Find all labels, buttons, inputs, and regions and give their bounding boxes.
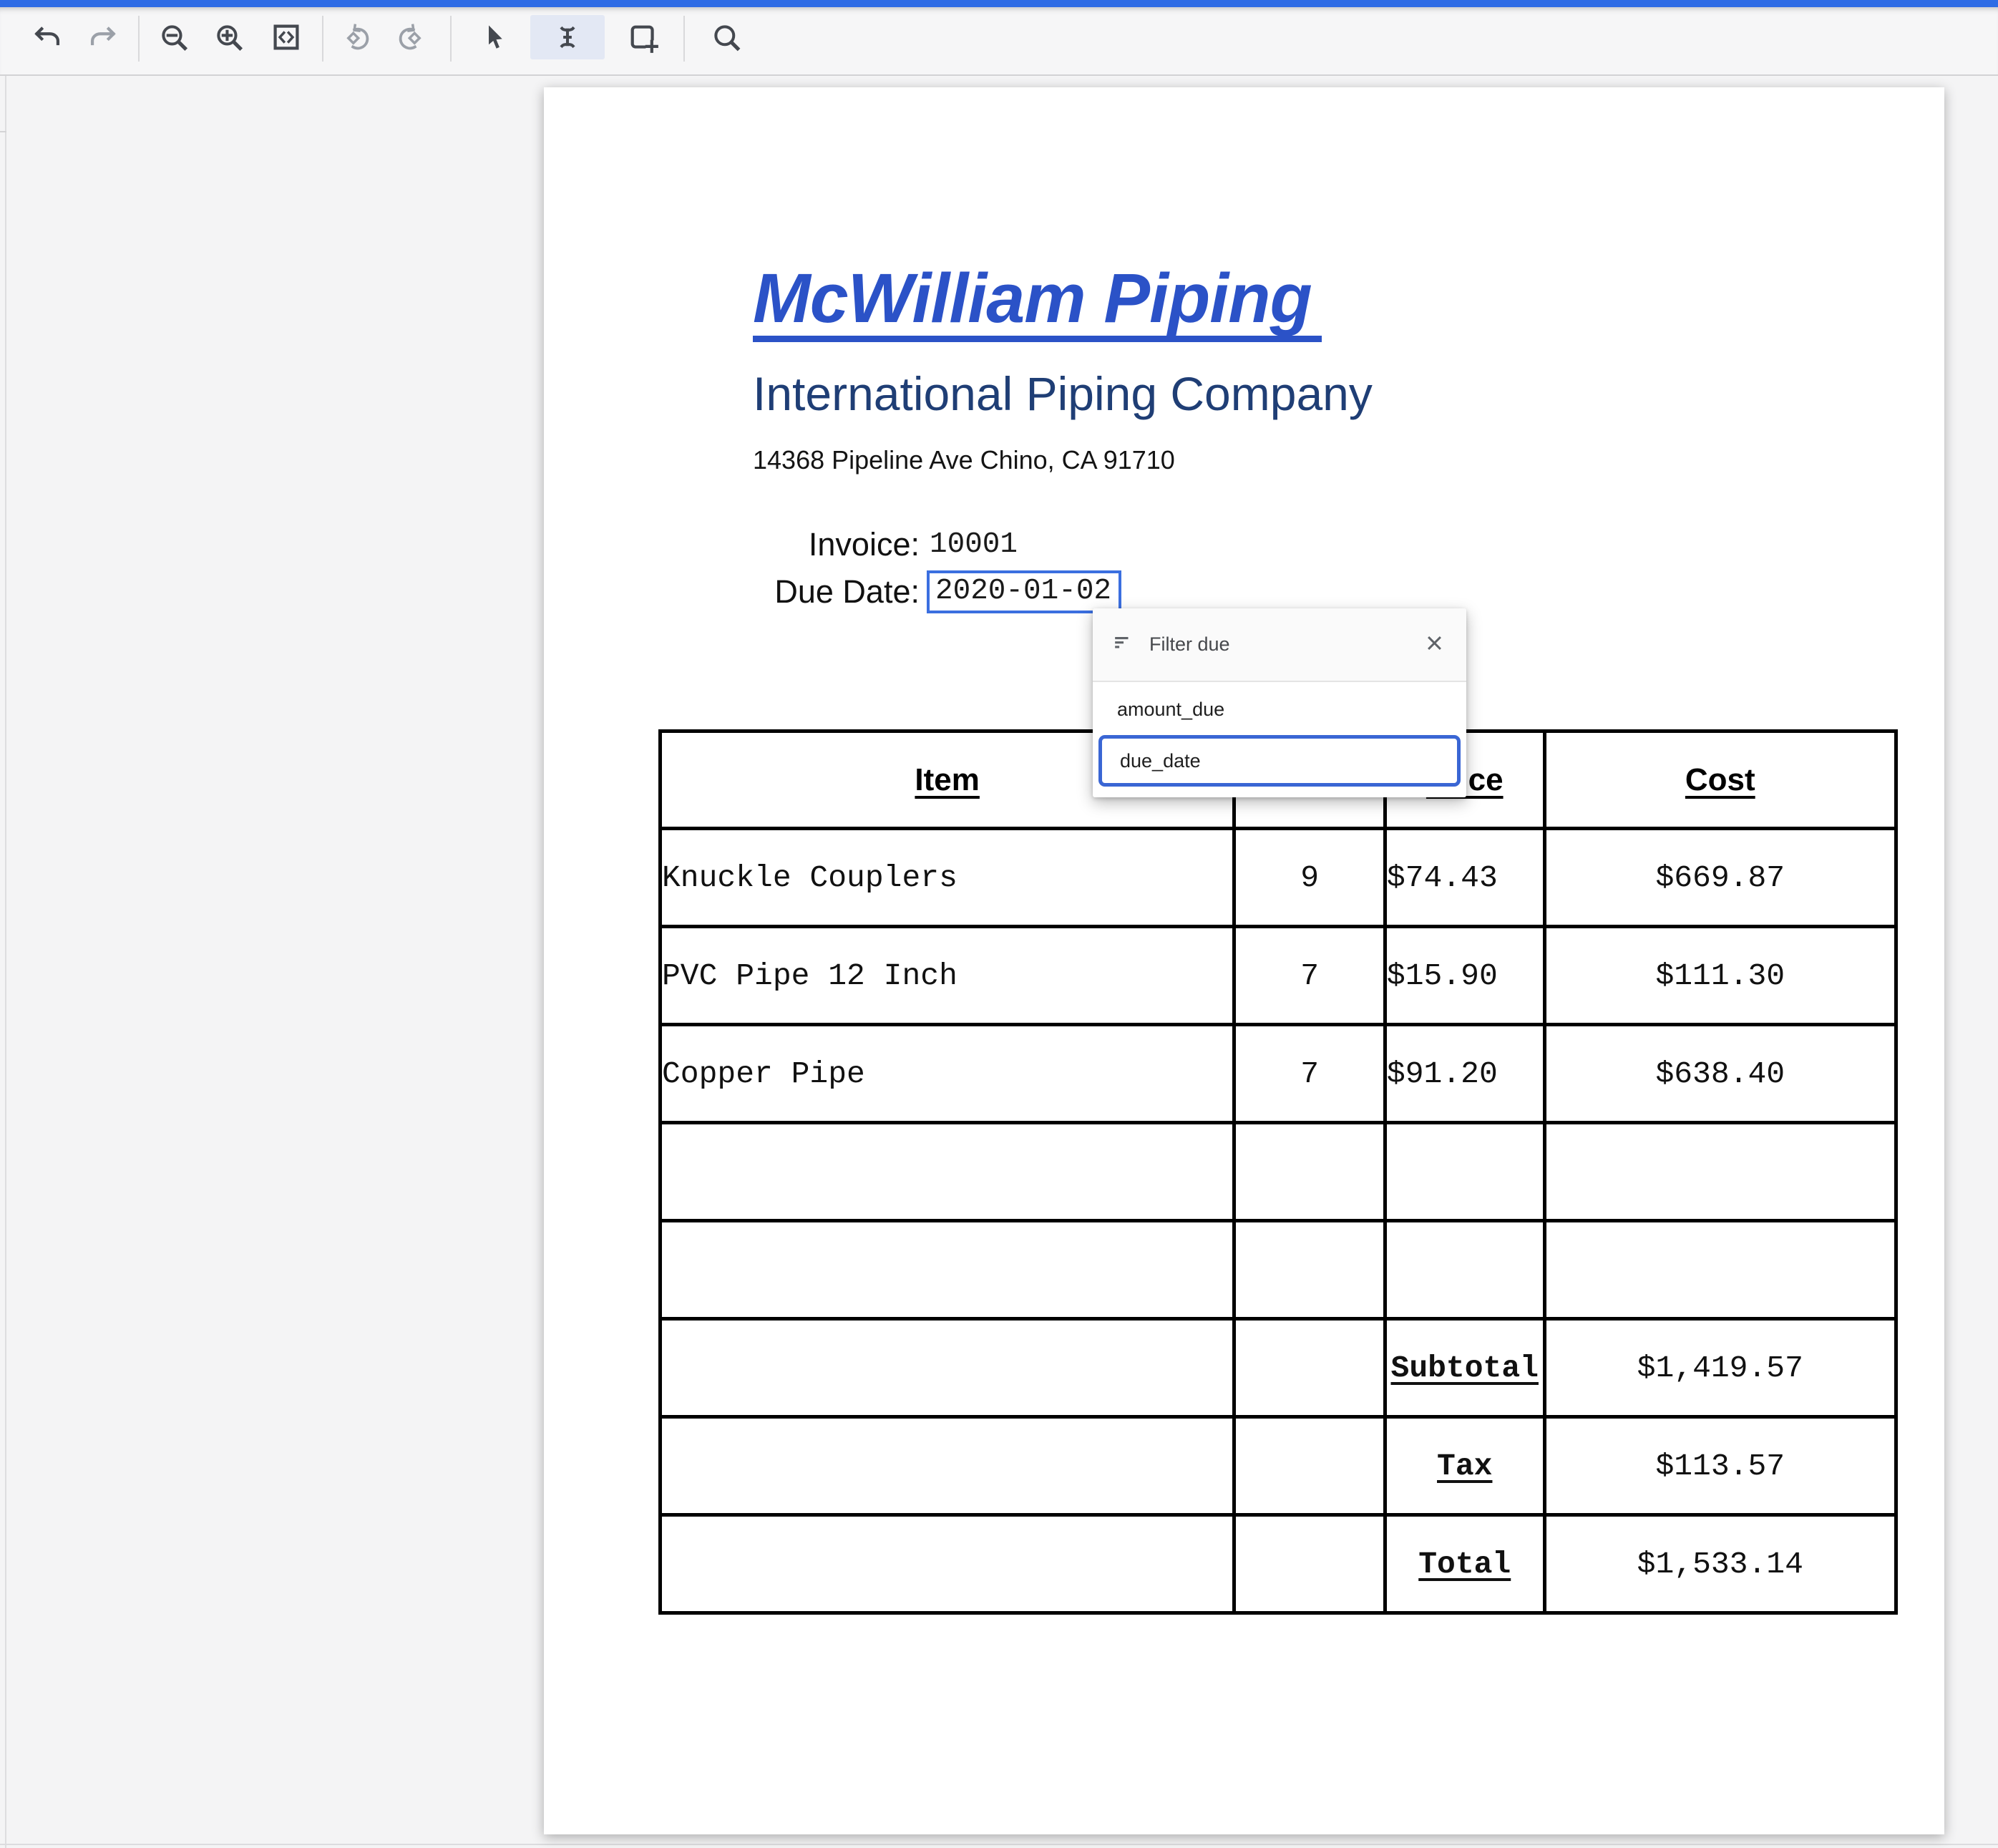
zoom-in-icon: [213, 21, 245, 53]
crop-plus-icon: [627, 21, 658, 53]
toolbar: [0, 7, 1998, 76]
cell-price[interactable]: $74.43: [1385, 829, 1544, 927]
toolbar-divider: [683, 16, 685, 62]
cell-item[interactable]: Knuckle Couplers: [661, 829, 1234, 927]
code-view-button[interactable]: [266, 17, 306, 57]
undo-icon: [32, 21, 64, 53]
company-title: McWilliam Piping: [753, 263, 1322, 342]
pointer-tool-button[interactable]: [474, 17, 514, 57]
table-row: [661, 1221, 1896, 1319]
filter-option-due-date-selected[interactable]: due_date: [1098, 735, 1461, 787]
invoice-table: Item Price Cost Knuckle Couplers 9 $74.4…: [658, 729, 1898, 1615]
column-header-cost: Cost: [1544, 731, 1896, 829]
tax-value[interactable]: $113.57: [1544, 1417, 1896, 1515]
cell-cost[interactable]: $638.40: [1544, 1025, 1896, 1123]
cell-empty: [661, 1417, 1234, 1515]
cell-price[interactable]: [1385, 1123, 1544, 1221]
toolbar-divider: [322, 16, 323, 62]
table-row: [661, 1123, 1896, 1221]
cell-cost[interactable]: [1544, 1123, 1896, 1221]
top-accent-bar: [0, 0, 1998, 7]
cell-item[interactable]: [661, 1221, 1234, 1319]
invoice-row: Invoice: 10001: [753, 521, 1121, 568]
cell-cost[interactable]: $111.30: [1544, 927, 1896, 1025]
cell-price[interactable]: $15.90: [1385, 927, 1544, 1025]
filter-popup-title: Filter due: [1149, 633, 1420, 656]
invoice-meta: Invoice: 10001 Due Date: 2020-01-02: [753, 521, 1121, 616]
redo-icon: [87, 21, 118, 53]
summary-row: Subtotal $1,419.57: [661, 1319, 1896, 1417]
toolbar-divider: [450, 16, 452, 62]
cell-item[interactable]: PVC Pipe 12 Inch: [661, 927, 1234, 1025]
rotate-left-button[interactable]: [338, 17, 378, 57]
filter-icon: [1111, 632, 1134, 658]
table-row: PVC Pipe 12 Inch 7 $15.90 $111.30: [661, 927, 1896, 1025]
cell-price[interactable]: $91.20: [1385, 1025, 1544, 1123]
filter-popup-header: Filter due: [1093, 608, 1466, 682]
subtotal-label: Subtotal: [1385, 1319, 1544, 1417]
cell-item[interactable]: [661, 1123, 1234, 1221]
cell-quantity[interactable]: 7: [1234, 1025, 1385, 1123]
document-page: McWilliam Piping International Piping Co…: [544, 87, 1944, 1834]
rotate-right-button[interactable]: [390, 17, 430, 57]
cell-quantity[interactable]: [1234, 1221, 1385, 1319]
text-cursor-icon: [552, 21, 583, 53]
undo-button[interactable]: [28, 17, 68, 57]
window-bottom-edge: [0, 1844, 1998, 1845]
total-label: Total: [1385, 1515, 1544, 1613]
zoom-in-button[interactable]: [209, 17, 249, 57]
panel-edge-tick: [0, 131, 6, 132]
cell-price[interactable]: [1385, 1221, 1544, 1319]
due-date-row: Due Date: 2020-01-02: [753, 568, 1121, 616]
cell-empty: [1234, 1515, 1385, 1613]
tax-label: Tax: [1385, 1417, 1544, 1515]
search-button[interactable]: [706, 17, 746, 57]
filter-option-amount-due[interactable]: amount_due: [1093, 688, 1466, 731]
close-button[interactable]: [1420, 631, 1448, 658]
cell-quantity[interactable]: 7: [1234, 927, 1385, 1025]
table-row: Knuckle Couplers 9 $74.43 $669.87: [661, 829, 1896, 927]
zoom-out-icon: [158, 21, 190, 53]
cell-empty: [1234, 1417, 1385, 1515]
cell-empty: [661, 1319, 1234, 1417]
text-select-tool-button[interactable]: [530, 15, 605, 59]
search-icon: [711, 21, 742, 53]
rotate-right-icon: [394, 21, 426, 53]
company-subtitle: International Piping Company: [753, 368, 1373, 420]
due-date-field[interactable]: 2020-01-02: [927, 570, 1121, 613]
redo-button[interactable]: [82, 17, 122, 57]
table-row: Copper Pipe 7 $91.20 $638.40: [661, 1025, 1896, 1123]
company-address: 14368 Pipeline Ave Chino, CA 91710: [753, 445, 1175, 475]
due-date-label: Due Date:: [753, 573, 920, 611]
cursor-arrow-icon: [478, 21, 510, 53]
code-box-icon: [271, 21, 302, 53]
subtotal-value[interactable]: $1,419.57: [1544, 1319, 1896, 1417]
rotate-left-icon: [342, 21, 374, 53]
invoice-number[interactable]: 10001: [930, 528, 1018, 561]
total-value[interactable]: $1,533.14: [1544, 1515, 1896, 1613]
cell-empty: [661, 1515, 1234, 1613]
close-icon: [1423, 632, 1446, 658]
region-select-tool-button[interactable]: [623, 17, 663, 57]
summary-row: Total $1,533.14: [661, 1515, 1896, 1613]
toolbar-divider: [138, 16, 140, 62]
cell-empty: [1234, 1319, 1385, 1417]
invoice-label: Invoice:: [753, 526, 920, 563]
cell-quantity[interactable]: 9: [1234, 829, 1385, 927]
cell-cost[interactable]: $669.87: [1544, 829, 1896, 927]
zoom-out-button[interactable]: [154, 17, 194, 57]
panel-edge-line: [5, 76, 6, 1848]
cell-item[interactable]: Copper Pipe: [661, 1025, 1234, 1123]
cell-quantity[interactable]: [1234, 1123, 1385, 1221]
summary-row: Tax $113.57: [661, 1417, 1896, 1515]
cell-cost[interactable]: [1544, 1221, 1896, 1319]
filter-popup: Filter due amount_due due_date: [1093, 608, 1466, 797]
